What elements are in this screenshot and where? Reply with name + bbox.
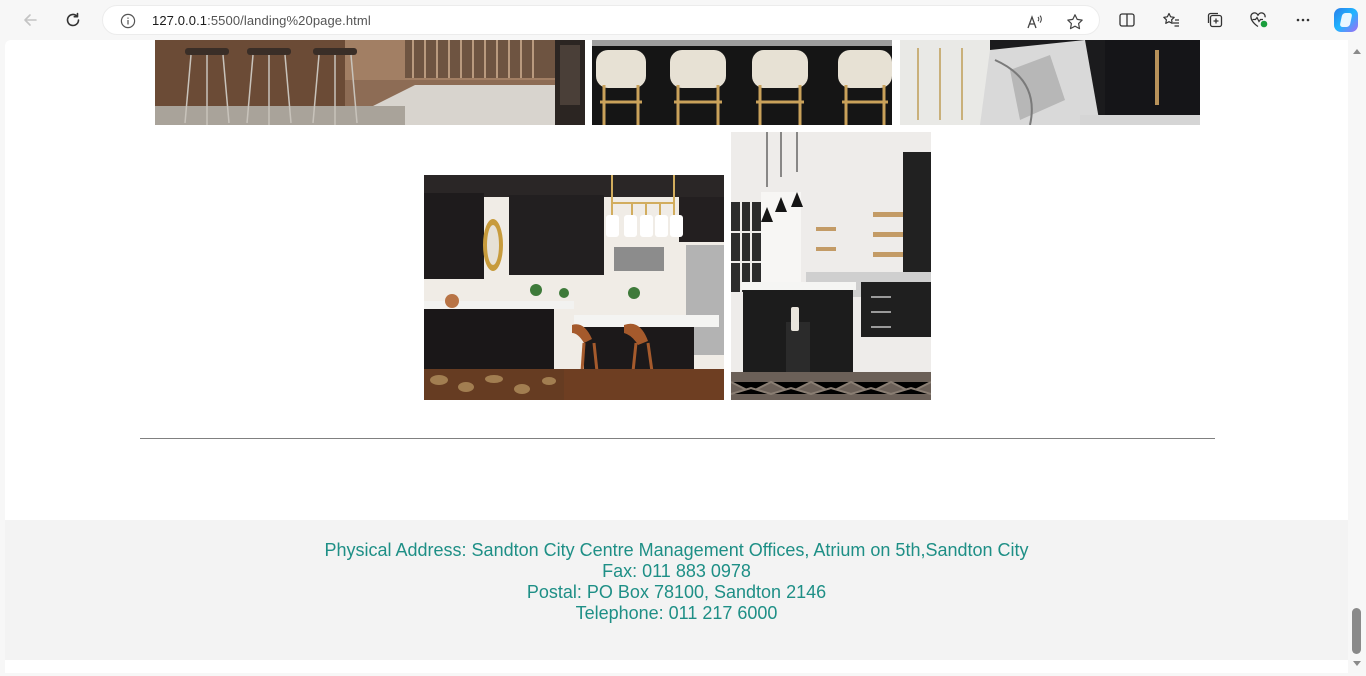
url-text[interactable]: 127.0.0.1:5500/landing%20page.html	[152, 13, 371, 28]
url-path: :5500/landing%20page.html	[207, 13, 371, 28]
scroll-thumb[interactable]	[1352, 608, 1361, 654]
browser-essentials-button[interactable]	[1245, 6, 1273, 34]
footer-telephone: Telephone: 011 217 6000	[575, 603, 778, 623]
read-aloud-icon[interactable]	[1025, 12, 1045, 32]
browser-toolbar: 127.0.0.1:5500/landing%20page.html	[0, 0, 1366, 40]
back-button[interactable]	[16, 6, 44, 34]
more-options-button[interactable]	[1289, 6, 1317, 34]
gallery-photo-black-kitchen	[424, 175, 724, 400]
vertical-scrollbar[interactable]	[1349, 40, 1366, 676]
footer-physical-address: Physical Address: Sandton City Centre Ma…	[324, 540, 1029, 560]
scroll-down-arrow-icon[interactable]	[1353, 661, 1361, 666]
footer-fax: Fax: 011 883 0978	[602, 561, 751, 581]
favorites-button[interactable]	[1157, 6, 1185, 34]
site-info-icon[interactable]	[120, 13, 136, 33]
refresh-button[interactable]	[59, 6, 87, 34]
refresh-icon	[64, 11, 82, 29]
copilot-icon[interactable]	[1334, 8, 1358, 32]
gallery-photo-pendant-kitchen	[731, 132, 931, 400]
page-viewport: Physical Address: Sandton City Centre Ma…	[5, 40, 1348, 673]
collections-button[interactable]	[1201, 6, 1229, 34]
favorite-star-icon[interactable]	[1065, 12, 1085, 32]
ellipsis-icon	[1294, 11, 1312, 29]
gallery-photo-marble-island	[900, 40, 1200, 125]
split-screen-icon	[1118, 11, 1136, 29]
address-bar[interactable]: 127.0.0.1:5500/landing%20page.html	[102, 5, 1100, 35]
collections-icon	[1206, 11, 1224, 29]
section-divider	[140, 438, 1215, 439]
contact-footer: Physical Address: Sandton City Centre Ma…	[5, 520, 1348, 660]
url-host: 127.0.0.1	[152, 13, 208, 28]
split-screen-button[interactable]	[1113, 6, 1141, 34]
gallery-photo-cream-stools	[592, 40, 892, 125]
footer-postal: Postal: PO Box 78100, Sandton 2146	[526, 582, 827, 602]
heart-pulse-icon	[1249, 11, 1269, 29]
favorites-list-icon	[1162, 11, 1180, 29]
gallery-photo-wood-stools	[155, 40, 585, 125]
scroll-up-arrow-icon[interactable]	[1353, 49, 1361, 54]
back-arrow-icon	[21, 11, 39, 29]
